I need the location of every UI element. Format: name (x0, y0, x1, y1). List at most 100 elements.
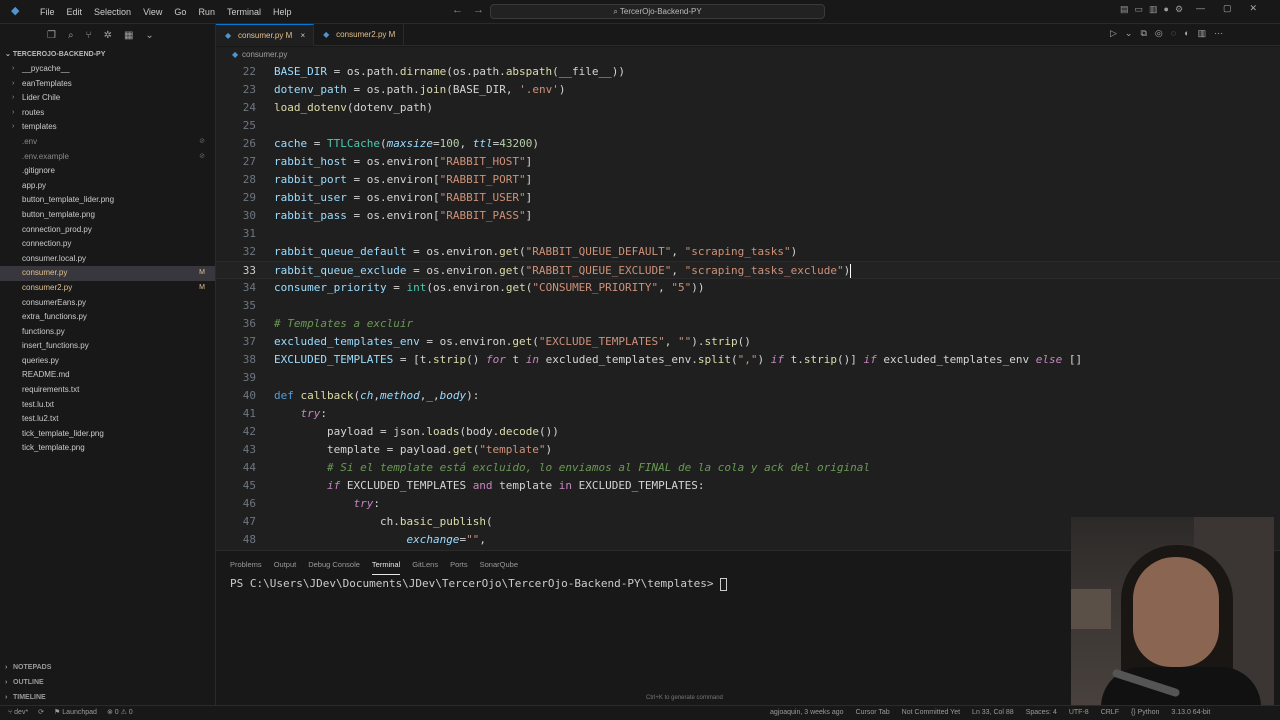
menu-help[interactable]: Help (267, 0, 298, 24)
tree-file[interactable]: consumer.py M (0, 266, 215, 281)
code-line[interactable]: 38 EXCLUDED_TEMPLATES = [t.strip() for t … (216, 351, 1280, 369)
tree-file[interactable]: button_template.png (0, 208, 215, 223)
tree-file[interactable]: extra_functions.py (0, 310, 215, 325)
tree-file[interactable]: connection_prod.py (0, 223, 215, 238)
chevron-down-icon[interactable]: ⌄ (145, 30, 153, 41)
code-editor[interactable]: 22 BASE_DIR = os.path.dirname(os.path.abs… (216, 63, 1280, 550)
breadcrumb[interactable]: ◆ consumer.py (216, 47, 1280, 63)
compare-icon[interactable]: ⧉ (1140, 28, 1146, 39)
minimize-icon[interactable]: — (1196, 3, 1205, 14)
code-line[interactable]: 27 rabbit_host = os.environ["RABBIT_HOST"… (216, 153, 1280, 171)
tab-terminal[interactable]: Terminal (371, 551, 401, 575)
maximize-icon[interactable]: ▢ (1223, 3, 1232, 14)
sync-icon[interactable]: ⟳ (38, 706, 44, 720)
tree-file[interactable]: .env.example ⊘ (0, 150, 215, 165)
tree-file[interactable]: .gitignore (0, 164, 215, 179)
code-line[interactable]: 23 dotenv_path = os.path.join(BASE_DIR, '… (216, 81, 1280, 99)
commit-status[interactable]: Not Committed Yet (902, 706, 960, 720)
split-editor-icon[interactable]: ▥ (1198, 28, 1207, 39)
code-line[interactable]: 36 # Templates a excluir (216, 315, 1280, 333)
tree-file[interactable]: consumer2.py M (0, 281, 215, 296)
tree-file[interactable]: .env ⊘ (0, 135, 215, 150)
interpreter-status[interactable]: 3.13.0 64-bit (1171, 706, 1210, 720)
code-line[interactable]: 41 try: (216, 405, 1280, 423)
history-icon[interactable]: ◎ (1155, 28, 1163, 39)
code-line[interactable]: 30 rabbit_pass = os.environ["RABBIT_PASS"… (216, 207, 1280, 225)
close-window-icon[interactable]: ✕ (1250, 3, 1258, 14)
menu-edit[interactable]: Edit (61, 0, 89, 24)
cursor-position[interactable]: Ln 33, Col 88 (972, 706, 1014, 720)
toggle-panel-icon[interactable]: ▭ (1135, 4, 1144, 15)
tree-file[interactable]: tick_template_lider.png (0, 427, 215, 442)
remote-icon[interactable]: ▦ (124, 30, 133, 41)
notepads-section[interactable]: NOTEPADS (0, 660, 215, 675)
tab-consumer2-py[interactable]: ◆ consumer2.py M (314, 24, 405, 46)
tree-file[interactable]: tick_template.png (0, 441, 215, 456)
tree-file[interactable]: app.py (0, 179, 215, 194)
launchpad-status[interactable]: ⚑ Launchpad (54, 706, 97, 720)
timeline-section[interactable]: TIMELINE (0, 690, 215, 705)
account-icon[interactable]: ● (1164, 4, 1169, 15)
forward-arrow-icon[interactable]: → (473, 4, 484, 16)
tree-folder[interactable]: › templates (0, 120, 215, 135)
tree-folder[interactable]: › Lider Chile (0, 91, 215, 106)
code-line[interactable]: 32 rabbit_queue_default = os.environ.get(… (216, 243, 1280, 261)
code-line[interactable]: 45 if EXCLUDED_TEMPLATES and template in… (216, 477, 1280, 495)
tree-file[interactable]: consumerEans.py (0, 296, 215, 311)
menu-selection[interactable]: Selection (88, 0, 137, 24)
code-line[interactable]: 44 # Si el template está excluido, lo en… (216, 459, 1280, 477)
code-line[interactable]: 40 def callback(ch,method,_,body): (216, 387, 1280, 405)
tree-file[interactable]: connection.py (0, 237, 215, 252)
tree-file[interactable]: consumer.local.py (0, 252, 215, 267)
more-actions-icon[interactable]: ⋯ (1214, 28, 1223, 39)
tree-folder[interactable]: › routes (0, 106, 215, 121)
code-line[interactable]: 25 (216, 117, 1280, 135)
language-status[interactable]: {} Python (1131, 706, 1159, 720)
code-line[interactable]: 34 consumer_priority = int(os.environ.get… (216, 279, 1280, 297)
tab-output[interactable]: Output (274, 551, 297, 577)
code-line[interactable]: 46 try: (216, 495, 1280, 513)
toggle-sidebar-icon[interactable]: ▤ (1120, 4, 1129, 15)
indentation-status[interactable]: Spaces: 4 (1026, 706, 1057, 720)
tab-gitlens[interactable]: GitLens (412, 551, 438, 577)
open-changes-icon[interactable]: ◌ (1171, 28, 1176, 39)
menu-go[interactable]: Go (168, 0, 192, 24)
toggle-secondary-sidebar-icon[interactable]: ▥ (1149, 4, 1158, 15)
tree-folder[interactable]: › eanTemplates (0, 77, 215, 92)
menu-run[interactable]: Run (192, 0, 221, 24)
tree-file[interactable]: insert_functions.py (0, 339, 215, 354)
debug-icon[interactable]: ⌄ (1125, 28, 1133, 39)
menu-terminal[interactable]: Terminal (221, 0, 267, 24)
tab-problems[interactable]: Problems (230, 551, 262, 577)
code-line[interactable]: 24 load_dotenv(dotenv_path) (216, 99, 1280, 117)
copilot-icon[interactable]: ◐ (1184, 28, 1189, 39)
code-line[interactable]: 22 BASE_DIR = os.path.dirname(os.path.abs… (216, 63, 1280, 81)
source-control-icon[interactable]: ⑂ (86, 30, 92, 41)
eol-status[interactable]: CRLF (1101, 706, 1119, 720)
code-line[interactable]: 33 rabbit_queue_exclude = os.environ.get(… (216, 261, 1280, 279)
code-line[interactable]: 31 (216, 225, 1280, 243)
tree-file[interactable]: test.lu2.txt (0, 412, 215, 427)
code-line[interactable]: 43 template = payload.get("template") (216, 441, 1280, 459)
explorer-root-title[interactable]: ⌄ TERCEROJO-BACKEND-PY (0, 48, 215, 62)
extensions-icon[interactable]: ✲ (104, 30, 112, 41)
terminal-output[interactable]: PS C:\Users\JDev\Documents\JDev\TercerOj… (230, 577, 728, 591)
encoding-status[interactable]: UTF-8 (1069, 706, 1089, 720)
tree-file[interactable]: test.lu.txt (0, 398, 215, 413)
menu-file[interactable]: File (34, 0, 61, 24)
menu-view[interactable]: View (137, 0, 168, 24)
code-line[interactable]: 39 (216, 369, 1280, 387)
outline-section[interactable]: OUTLINE (0, 675, 215, 690)
tree-file[interactable]: button_template_lider.png (0, 193, 215, 208)
code-line[interactable]: 28 rabbit_port = os.environ["RABBIT_PORT"… (216, 171, 1280, 189)
run-icon[interactable]: ▷ (1110, 28, 1117, 39)
code-line[interactable]: 29 rabbit_user = os.environ["RABBIT_USER"… (216, 189, 1280, 207)
code-line[interactable]: 35 (216, 297, 1280, 315)
settings-gear-icon[interactable]: ⚙ (1175, 4, 1183, 15)
tree-file[interactable]: README.md (0, 368, 215, 383)
tab-debug-console[interactable]: Debug Console (308, 551, 360, 577)
cursor-tab-status[interactable]: Cursor Tab (856, 706, 890, 720)
command-center-search[interactable]: ⌕ TercerOjo-Backend-PY (490, 4, 825, 19)
tree-file[interactable]: functions.py (0, 325, 215, 340)
code-line[interactable]: 26 cache = TTLCache(maxsize=100, ttl=4320… (216, 135, 1280, 153)
